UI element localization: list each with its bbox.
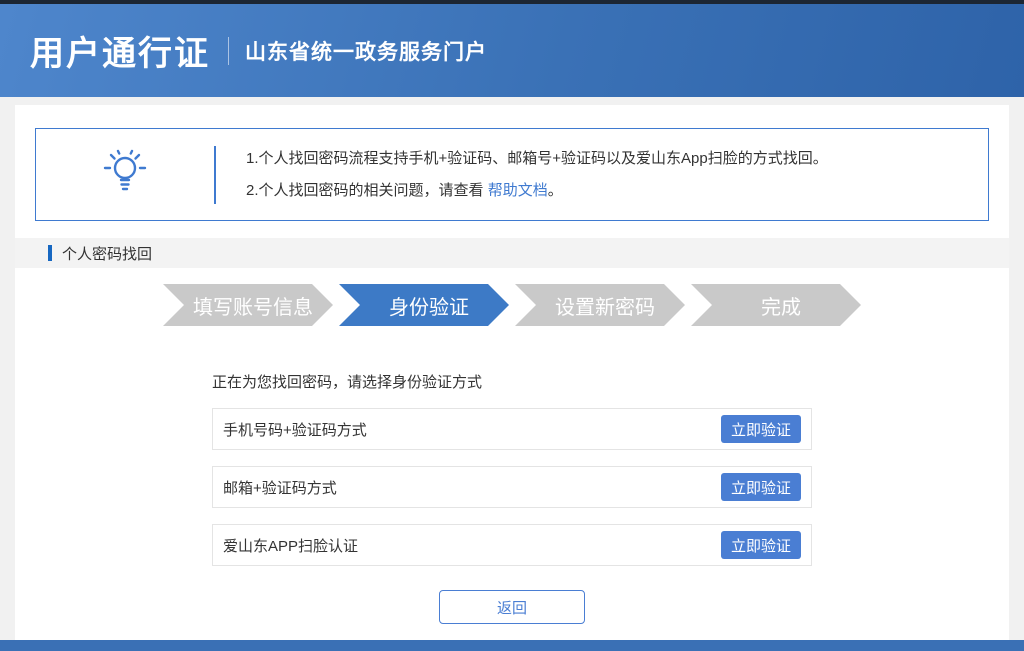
notice-icon-wrap [36, 148, 214, 201]
verify-section: 正在为您找回密码，请选择身份验证方式 手机号码+验证码方式 立即验证 邮箱+验证… [212, 371, 812, 624]
notice-line-2-suffix: 。 [548, 182, 563, 199]
brand-title: 用户通行证 [30, 26, 210, 75]
option-row-app-face: 爱山东APP扫脸认证 立即验证 [212, 524, 812, 566]
step-identity-verification: 身份验证 [339, 284, 509, 326]
verify-now-button-app-face[interactable]: 立即验证 [721, 531, 801, 559]
back-button[interactable]: 返回 [439, 590, 585, 624]
content-panel: 1.个人找回密码流程支持手机+验证码、邮箱号+验证码以及爱山东App扫脸的方式找… [15, 105, 1009, 640]
section-bar: 个人密码找回 [15, 238, 1009, 268]
portal-header: 用户通行证 山东省统一政务服务门户 [0, 4, 1024, 97]
progress-steps: 填写账号信息 身份验证 设置新密码 完成 [15, 284, 1009, 326]
option-label-app-face: 爱山东APP扫脸认证 [223, 535, 721, 556]
lightbulb-icon [103, 148, 147, 201]
notice-line-2: 2.个人找回密码的相关问题，请查看 帮助文档。 [246, 175, 828, 207]
footer-bar [0, 640, 1024, 651]
notice-line-1: 1.个人找回密码流程支持手机+验证码、邮箱号+验证码以及爱山东App扫脸的方式找… [246, 143, 828, 175]
verify-now-button-phone[interactable]: 立即验证 [721, 415, 801, 443]
section-title: 个人密码找回 [62, 243, 152, 264]
header-divider [228, 37, 229, 65]
step-fill-account-info: 填写账号信息 [163, 284, 333, 326]
verify-now-button-email[interactable]: 立即验证 [721, 473, 801, 501]
step-set-new-password: 设置新密码 [515, 284, 685, 326]
step-complete: 完成 [691, 284, 861, 326]
notice-line-2-prefix: 2.个人找回密码的相关问题，请查看 [246, 182, 488, 199]
notice-text: 1.个人找回密码流程支持手机+验证码、邮箱号+验证码以及爱山东App扫脸的方式找… [216, 143, 828, 207]
option-label-email: 邮箱+验证码方式 [223, 477, 721, 498]
verify-prompt: 正在为您找回密码，请选择身份验证方式 [212, 371, 812, 392]
option-row-phone: 手机号码+验证码方式 立即验证 [212, 408, 812, 450]
help-doc-link[interactable]: 帮助文档 [488, 182, 548, 199]
notice-box: 1.个人找回密码流程支持手机+验证码、邮箱号+验证码以及爱山东App扫脸的方式找… [35, 128, 989, 221]
back-button-wrap: 返回 [212, 590, 812, 624]
portal-name: 山东省统一政务服务门户 [245, 36, 487, 66]
page-background: 1.个人找回密码流程支持手机+验证码、邮箱号+验证码以及爱山东App扫脸的方式找… [0, 97, 1024, 640]
section-accent-bar [48, 245, 52, 261]
option-row-email: 邮箱+验证码方式 立即验证 [212, 466, 812, 508]
option-label-phone: 手机号码+验证码方式 [223, 419, 721, 440]
